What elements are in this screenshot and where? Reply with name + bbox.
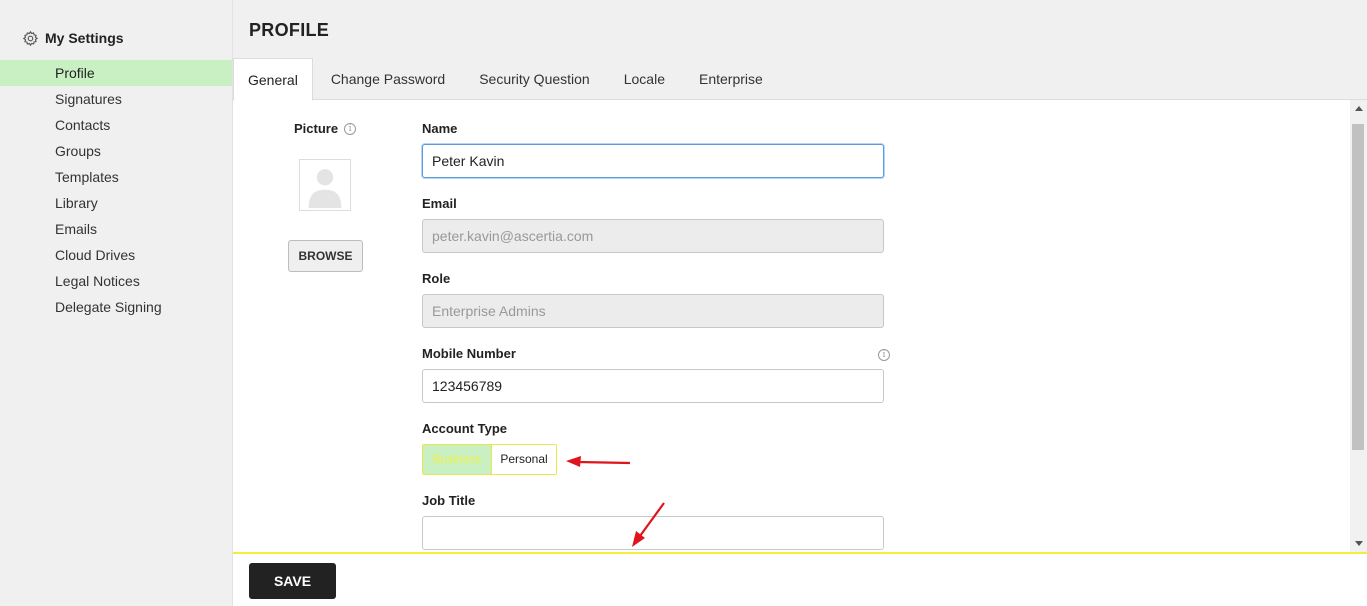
sidebar-item-cloud-drives[interactable]: Cloud Drives bbox=[0, 242, 232, 268]
sidebar-item-profile[interactable]: Profile bbox=[0, 60, 232, 86]
info-icon[interactable]: i bbox=[878, 349, 890, 361]
avatar bbox=[299, 159, 351, 211]
sidebar-item-signatures[interactable]: Signatures bbox=[0, 86, 232, 112]
tab-general[interactable]: General bbox=[233, 58, 313, 101]
page-title: PROFILE bbox=[249, 20, 330, 40]
settings-sidebar: My Settings Profile Signatures Contacts … bbox=[0, 0, 233, 606]
save-button[interactable]: SAVE bbox=[249, 563, 336, 599]
sidebar-item-groups[interactable]: Groups bbox=[0, 138, 232, 164]
account-type-personal[interactable]: Personal bbox=[491, 445, 556, 474]
sidebar-title: My Settings bbox=[45, 30, 124, 46]
form-footer: SAVE bbox=[233, 552, 1367, 606]
page-header: PROFILE General Change Password Security… bbox=[233, 0, 1367, 101]
sidebar-item-emails[interactable]: Emails bbox=[0, 216, 232, 242]
profile-form: Picture i BROWSE Name Peter Kavin Email … bbox=[233, 100, 1350, 552]
scroll-thumb[interactable] bbox=[1352, 124, 1364, 450]
job-title-input[interactable] bbox=[422, 516, 884, 550]
tab-change-password[interactable]: Change Password bbox=[313, 58, 462, 100]
job-title-label: Job Title bbox=[422, 493, 476, 508]
account-type-business[interactable]: Business bbox=[423, 445, 491, 474]
sidebar-nav: Profile Signatures Contacts Groups Templ… bbox=[0, 60, 232, 320]
account-type-toggle: Business Personal bbox=[422, 444, 557, 475]
sidebar-item-legal-notices[interactable]: Legal Notices bbox=[0, 268, 232, 294]
account-type-label: Account Type bbox=[422, 421, 507, 436]
sidebar-item-contacts[interactable]: Contacts bbox=[0, 112, 232, 138]
scroll-up-arrow-icon[interactable] bbox=[1350, 100, 1367, 117]
sidebar-header: My Settings bbox=[22, 28, 124, 48]
scroll-down-arrow-icon[interactable] bbox=[1350, 535, 1367, 552]
sidebar-item-delegate-signing[interactable]: Delegate Signing bbox=[0, 294, 232, 320]
sidebar-item-library[interactable]: Library bbox=[0, 190, 232, 216]
mobile-number-label: Mobile Number bbox=[422, 346, 516, 361]
email-label: Email bbox=[422, 196, 457, 211]
main-panel: PROFILE General Change Password Security… bbox=[233, 0, 1367, 606]
sidebar-item-templates[interactable]: Templates bbox=[0, 164, 232, 190]
info-icon[interactable]: i bbox=[344, 122, 357, 135]
tab-security-question[interactable]: Security Question bbox=[462, 58, 607, 100]
content-scrollbar[interactable] bbox=[1350, 100, 1367, 552]
tab-locale[interactable]: Locale bbox=[607, 58, 682, 100]
browse-button[interactable]: BROWSE bbox=[288, 240, 363, 272]
name-label: Name bbox=[422, 121, 458, 136]
role-input: Enterprise Admins bbox=[422, 294, 884, 328]
profile-tabs: General Change Password Security Questio… bbox=[233, 58, 780, 101]
picture-label: Picture bbox=[294, 121, 339, 136]
gear-icon bbox=[22, 30, 39, 46]
role-label: Role bbox=[422, 271, 451, 286]
tab-enterprise[interactable]: Enterprise bbox=[682, 58, 780, 100]
picture-label-group: Picture i bbox=[294, 121, 357, 136]
mobile-number-input[interactable]: 123456789 bbox=[422, 369, 884, 403]
name-input[interactable]: Peter Kavin bbox=[422, 144, 884, 178]
user-silhouette-icon bbox=[308, 169, 342, 209]
email-input: peter.kavin@ascertia.com bbox=[422, 219, 884, 253]
